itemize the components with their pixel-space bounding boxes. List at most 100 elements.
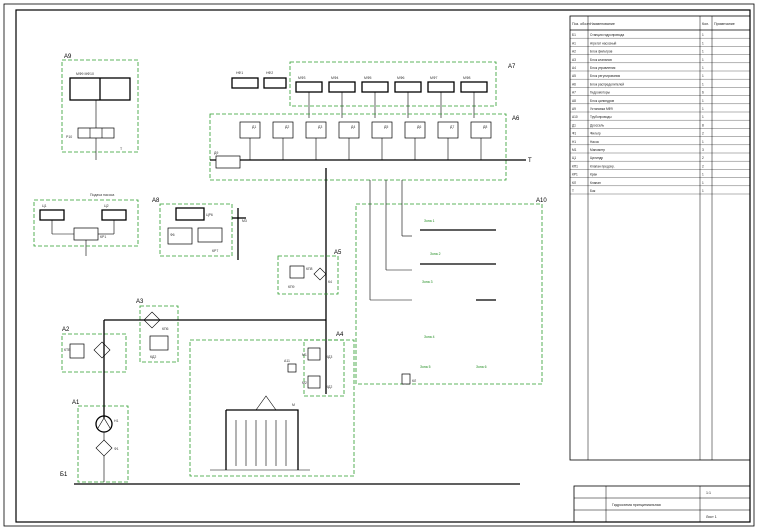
kd2b-label: КД2 bbox=[326, 385, 332, 389]
f6-label: Ф6 bbox=[170, 233, 175, 237]
table-cell: 1 bbox=[702, 58, 704, 62]
table-row: А8 Блок цилиндров 1 bbox=[570, 99, 750, 104]
distributor-3: Д3 bbox=[305, 121, 327, 160]
zone-2-label: Зона 2 bbox=[430, 252, 441, 256]
table-cell: Блок распределителей bbox=[590, 82, 624, 86]
distributor-row: Д1 Д2 Д3 Д4 Д5 Д6 Д7 Д8 bbox=[239, 121, 492, 160]
title-sheet: Лист 1 bbox=[706, 515, 717, 519]
table-row: КП1 Клапан предохр. 2 bbox=[570, 164, 750, 170]
block-b1: Б1 bbox=[60, 472, 520, 485]
kl-label: КЛ bbox=[412, 379, 417, 383]
table-row: А1 Агрегат насосный 1 bbox=[570, 41, 750, 47]
ktb-label: КТВ bbox=[64, 348, 71, 352]
kl-valve: КЛ bbox=[401, 373, 417, 385]
zone-4-label: Зона 4 bbox=[424, 335, 435, 339]
table-cell: Блок фильтров bbox=[590, 50, 613, 54]
u1-label: Ц1 bbox=[42, 204, 47, 208]
motor-label: МФ7 bbox=[430, 76, 438, 80]
table-row: Б1 Станция гидропривода 1 bbox=[570, 33, 750, 39]
table-cell: А4 bbox=[572, 66, 576, 70]
m3-label: М3 bbox=[242, 219, 247, 223]
title-scale: 1:1 bbox=[706, 491, 711, 495]
kd3-label: КД3 bbox=[326, 355, 332, 359]
hydraulic-scheme-sheet: А9 МФ9 МФ10 Р10 Т Ц1 Ц2 КР1 Подача насос… bbox=[3, 3, 755, 527]
table-row: А3 Блок клапанов 1 bbox=[570, 58, 750, 63]
table-cell: Клапан предохр. bbox=[590, 164, 615, 168]
block-a8-label: А8 bbox=[152, 198, 160, 204]
table-cell: Блок цилиндров bbox=[590, 99, 614, 103]
distributor-2: Д2 bbox=[272, 121, 294, 160]
m9-m10-label: МФ9 МФ10 bbox=[76, 72, 94, 76]
title-block: Гидросхема принципиальная Лист 1 1:1 bbox=[573, 485, 751, 523]
distributor-5: Д5 bbox=[371, 121, 393, 160]
table-cell: Кран bbox=[590, 173, 597, 177]
table-cell: Ц1 bbox=[572, 156, 576, 160]
motor-label: МФ3 bbox=[298, 76, 306, 80]
block-a7: А7 bbox=[289, 61, 516, 107]
table-cell: КП1 bbox=[572, 164, 578, 168]
motor-label: МФ5 bbox=[364, 76, 372, 80]
drawing-frame-inner bbox=[15, 9, 751, 523]
nf1-label: НФ1 bbox=[236, 71, 243, 75]
block-a3: А3 КП6 КД2 bbox=[136, 299, 179, 363]
table-row: Д1 Дроссель 8 bbox=[570, 123, 750, 129]
table-cell: Д1 bbox=[572, 123, 576, 127]
block-a6-label: А6 bbox=[512, 116, 520, 122]
block-a2: А2 КТВ bbox=[61, 327, 127, 373]
actuator-rows bbox=[369, 180, 496, 301]
table-cell: 1 bbox=[702, 33, 704, 37]
table-cell: А6 bbox=[572, 82, 576, 86]
t-main-label: Т bbox=[528, 158, 532, 164]
zone-3-label: Зона 3 bbox=[422, 280, 433, 284]
distributor-4: Д4 bbox=[338, 121, 360, 160]
kp1-label: КР1 bbox=[100, 235, 106, 239]
zone-annotations: Зона 1 Зона 2 Зона 3 Зона 4 Зона 5 Зона … bbox=[420, 219, 487, 369]
bottom-distributors: М bbox=[210, 395, 310, 471]
table-cell: Блок управления bbox=[590, 66, 616, 70]
distributor-label: Д5 bbox=[384, 125, 388, 129]
distributor-6: Д6 bbox=[404, 121, 426, 160]
motor-3: МФ3 bbox=[295, 76, 323, 118]
table-cell: Манометр bbox=[590, 148, 605, 152]
kp9-label: КП9 bbox=[288, 285, 295, 289]
table-cell: 2 bbox=[702, 156, 704, 160]
motor-8: МФ8 bbox=[460, 76, 488, 118]
small-motors: НФ1 НФ2 bbox=[231, 71, 287, 89]
table-cell: А2 bbox=[572, 50, 576, 54]
zone-5-label: Зона 5 bbox=[420, 365, 431, 369]
table-row: КР1 Кран 1 bbox=[570, 173, 750, 178]
table-cell: М1 bbox=[572, 148, 577, 152]
table-cell: 8 bbox=[702, 123, 704, 127]
table-cell: Станция гидропривода bbox=[590, 33, 624, 37]
table-cell: А3 bbox=[572, 58, 576, 62]
distributor-7: Д7 bbox=[437, 121, 459, 160]
table-row: А7 Гидромоторы 6 bbox=[570, 91, 750, 96]
distributor-8: Д8 bbox=[470, 121, 492, 160]
block-a10: А10 bbox=[355, 198, 547, 385]
block-a2-label: А2 bbox=[62, 327, 70, 333]
motor-label: МФ8 bbox=[463, 76, 471, 80]
table-row: Т Бак 1 bbox=[570, 189, 750, 195]
table-cell: 2 bbox=[702, 164, 704, 168]
table-cell: Гидромоторы bbox=[590, 91, 611, 95]
table-cell: КЛ bbox=[572, 181, 576, 185]
distributor-label: Д1 bbox=[252, 125, 256, 129]
table-cell: Насос bbox=[590, 140, 599, 144]
table-cell: Цилиндр bbox=[590, 156, 603, 160]
table-cell: А9 bbox=[572, 107, 576, 111]
table-row: А2 Блок фильтров 1 bbox=[570, 50, 750, 55]
table-cell: 1 bbox=[702, 41, 704, 45]
table-cell: 1 bbox=[702, 189, 704, 193]
table-cell: 6 bbox=[702, 91, 704, 95]
table-header: Наименование bbox=[590, 22, 615, 26]
table-cell: 1 bbox=[702, 181, 704, 185]
table-cell: Установка МФ9 bbox=[590, 107, 613, 111]
p10-label: Р10 bbox=[66, 135, 72, 139]
table-cell: 1 bbox=[702, 140, 704, 144]
table-cell: КР1 bbox=[572, 173, 578, 177]
table-cell: Агрегат насосный bbox=[590, 41, 617, 45]
distributor-label: Д2 bbox=[285, 125, 289, 129]
table-cell: 1 bbox=[702, 66, 704, 70]
table-cell: Т bbox=[572, 189, 574, 193]
zone-6-label: Зона 6 bbox=[476, 365, 487, 369]
